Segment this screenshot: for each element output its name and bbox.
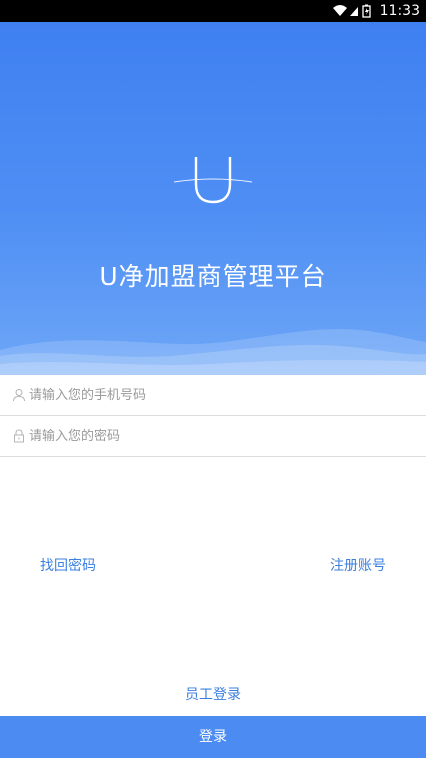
login-button[interactable]: 登录 — [0, 716, 426, 758]
status-time: 11:33 — [379, 3, 420, 19]
wifi-icon — [333, 5, 347, 16]
status-bar: 11:33 — [0, 0, 426, 22]
wave-decoration — [0, 328, 426, 375]
phone-input[interactable] — [29, 375, 409, 415]
u-logo-icon — [173, 157, 253, 204]
phone-field — [0, 375, 426, 416]
password-input[interactable] — [29, 416, 409, 456]
user-icon — [13, 389, 25, 402]
forgot-password-link[interactable]: 找回密码 — [40, 556, 96, 576]
signal-icon — [350, 7, 358, 16]
status-icons — [333, 4, 371, 18]
password-field — [0, 416, 426, 457]
register-link[interactable]: 注册账号 — [330, 556, 386, 576]
app-title: U净加盟商管理平台 — [99, 262, 327, 291]
battery-icon — [362, 4, 371, 18]
lock-icon — [14, 429, 24, 443]
staff-login-link[interactable]: 员工登录 — [0, 685, 426, 705]
hero-header: U净加盟商管理平台 — [0, 22, 426, 375]
login-screen: 11:33 U净加盟商管理平台 找回密码 注册账号 员工登录 — [0, 0, 426, 758]
